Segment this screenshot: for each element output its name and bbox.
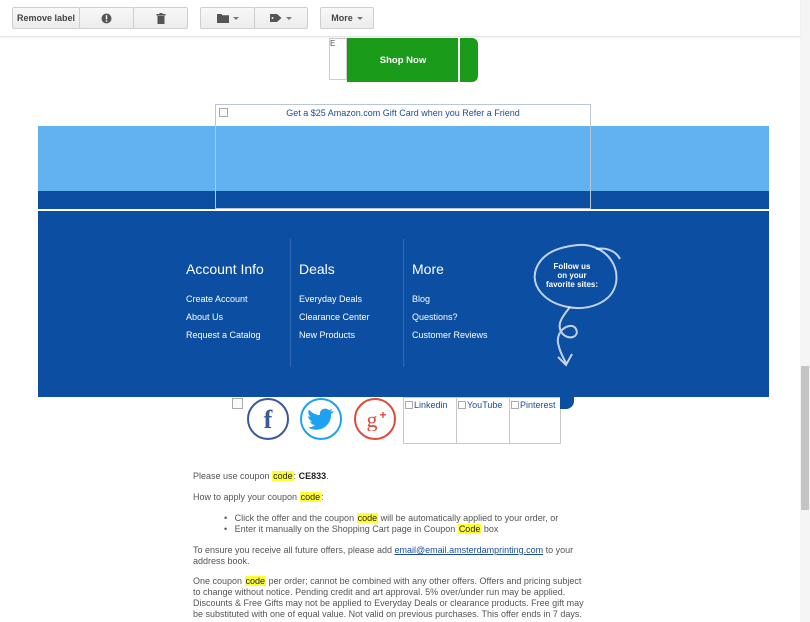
text: One coupon xyxy=(193,576,245,586)
text: per order; cannot be combined with any o… xyxy=(266,576,582,586)
new-products-link[interactable]: New Products xyxy=(299,330,355,340)
broken-image-icon xyxy=(458,401,466,409)
clearance-center-link[interactable]: Clearance Center xyxy=(299,312,370,322)
delete-button[interactable] xyxy=(133,7,188,29)
howto-line: How to apply your coupon code: xyxy=(193,492,324,503)
broken-image-alt: E xyxy=(330,39,336,48)
shop-now-button[interactable]: Shop Now xyxy=(347,38,459,82)
shop-now-button-end[interactable] xyxy=(460,38,478,82)
highlighted-text: code xyxy=(272,471,294,481)
highlighted-text: code xyxy=(299,492,322,502)
column-title: More xyxy=(412,261,444,277)
broken-image: E xyxy=(329,38,347,80)
text: . xyxy=(326,471,329,481)
text: box xyxy=(481,524,499,534)
ensure-line: To ensure you receive all future offers,… xyxy=(193,545,573,556)
email-footer: Account Info Create Account About Us Req… xyxy=(38,211,769,397)
follow-us-text: on your xyxy=(557,271,586,280)
pinterest-alt-text: Pinterest xyxy=(520,400,556,410)
tag-icon xyxy=(270,14,282,22)
spam-icon xyxy=(101,13,112,23)
text: : xyxy=(321,492,324,502)
broken-image-icon xyxy=(232,398,243,409)
facebook-icon: f xyxy=(264,406,273,432)
remove-label-text: Remove label xyxy=(16,13,76,23)
scrollbar-thumb[interactable] xyxy=(801,366,809,510)
shop-now-label: Shop Now xyxy=(379,54,427,66)
scrollbar-track[interactable] xyxy=(800,0,810,622)
divider xyxy=(403,239,404,367)
terms-line: Discounts & Free Gifts may not be applie… xyxy=(193,598,584,608)
gift-card-alt-text: Get a $25 Amazon.com Gift Card when you … xyxy=(286,108,520,118)
customer-reviews-link[interactable]: Customer Reviews xyxy=(412,330,488,340)
text: How to apply your coupon xyxy=(193,492,300,502)
svg-text:g: g xyxy=(367,407,378,431)
create-account-link[interactable]: Create Account xyxy=(186,294,248,304)
google-plus-link[interactable]: g + xyxy=(354,398,396,440)
column-title: Account Info xyxy=(186,261,264,277)
labels-button[interactable] xyxy=(254,7,308,29)
gift-card-banner-link[interactable]: Get a $25 Amazon.com Gift Card when you … xyxy=(215,104,591,209)
youtube-link[interactable]: YouTube xyxy=(456,397,510,444)
twitter-link[interactable] xyxy=(300,398,342,440)
terms-line: be substituted with one of equal value. … xyxy=(193,609,582,619)
chevron-down-icon xyxy=(232,16,239,20)
text: to your xyxy=(543,545,574,555)
linkedin-alt-text: Linkedin xyxy=(414,400,448,410)
text: Enter it manually on the Shopping Cart p… xyxy=(234,524,458,534)
more-button[interactable]: More xyxy=(320,7,374,29)
highlighted-text: Code xyxy=(457,524,482,534)
more-label: More xyxy=(331,13,353,23)
follow-us-text: Follow us xyxy=(554,262,591,271)
text: Please use coupon xyxy=(193,471,273,481)
highlighted-text: code xyxy=(356,513,379,523)
blog-link[interactable]: Blog xyxy=(412,294,430,304)
folder-icon xyxy=(216,14,229,23)
follow-us-text: favorite sites: xyxy=(546,280,598,289)
terms-line: to change without notice. Pending credit… xyxy=(193,587,566,597)
svg-text:+: + xyxy=(379,408,386,422)
footer-tail-graphic xyxy=(560,397,574,409)
column-title: Deals xyxy=(299,261,335,277)
everyday-deals-link[interactable]: Everyday Deals xyxy=(299,294,362,304)
questions-link[interactable]: Questions? xyxy=(412,312,458,322)
linkedin-link[interactable]: Linkedin xyxy=(403,397,457,444)
highlighted-text: code xyxy=(244,576,267,586)
coupon-code-value: CE833 xyxy=(298,471,327,481)
move-to-button[interactable] xyxy=(200,7,255,29)
follow-us-scribble-graphic: Follow us on your favorite sites: xyxy=(533,243,621,367)
svg-text:f: f xyxy=(264,406,273,432)
list-item: • Enter it manually on the Shopping Cart… xyxy=(224,524,499,534)
google-plus-icon: g + xyxy=(367,407,387,431)
trash-icon xyxy=(156,12,165,24)
broken-image-icon xyxy=(511,401,519,409)
text: Click the offer and the coupon xyxy=(234,513,357,523)
youtube-alt-text: YouTube xyxy=(467,400,503,410)
request-catalog-link[interactable]: Request a Catalog xyxy=(186,330,261,340)
facebook-link[interactable]: f xyxy=(247,398,289,440)
about-us-link[interactable]: About Us xyxy=(186,312,223,322)
coupon-line: Please use coupon code: CE833. xyxy=(193,471,329,482)
text: To ensure you receive all future offers,… xyxy=(193,545,395,555)
broken-image-icon xyxy=(405,401,413,409)
toolbar: Remove label More xyxy=(0,0,800,37)
chevron-down-icon xyxy=(286,16,292,20)
email-link[interactable]: email@email.amsterdamprinting.com xyxy=(394,545,543,555)
list-item: • Click the offer and the coupon code wi… xyxy=(224,513,559,523)
remove-label-button[interactable]: Remove label xyxy=(12,7,80,29)
twitter-icon xyxy=(308,408,334,430)
divider xyxy=(290,239,291,367)
chevron-down-icon xyxy=(356,16,363,20)
ensure-line-2: address book. xyxy=(193,556,250,566)
text: will be automatically applied to your or… xyxy=(378,513,559,523)
report-spam-button[interactable] xyxy=(79,7,134,29)
pinterest-link[interactable]: Pinterest xyxy=(509,397,561,444)
terms-line: One coupon code per order; cannot be com… xyxy=(193,576,581,587)
